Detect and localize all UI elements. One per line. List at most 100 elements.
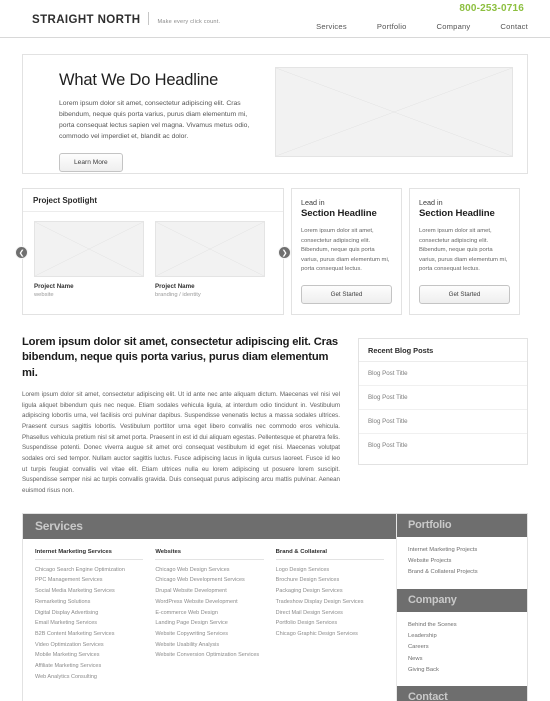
- footer-link[interactable]: Leadership: [408, 631, 516, 642]
- leadin-headline: Section Headline: [419, 208, 495, 219]
- footer-company-list: Behind the Scenes Leadership Careers New…: [397, 612, 527, 686]
- project-card[interactable]: Project Name branding / identity: [155, 221, 265, 298]
- footer-link[interactable]: WordPress Website Development: [155, 597, 263, 608]
- footer-right-panel: Portfolio Internet Marketing Projects We…: [396, 513, 527, 701]
- footer-link[interactable]: Email Marketing Services: [35, 618, 143, 629]
- project-name: Project Name: [155, 283, 195, 290]
- footer-main: Services Internet Marketing Services Chi…: [22, 512, 528, 701]
- leadin-card-2: Lead in Section Headline Lorem ipsum dol…: [409, 188, 520, 315]
- hero-image-placeholder: [275, 67, 513, 157]
- footer-link[interactable]: Affiliate Marketing Services: [35, 661, 143, 672]
- leadin-headline: Section Headline: [301, 208, 377, 219]
- page-root: STRAIGHT NORTH Make every click count. 8…: [0, 0, 550, 701]
- footer-link[interactable]: Drupal Website Development: [155, 586, 263, 597]
- recent-blog-posts-widget: Recent Blog Posts Blog Post Title Blog P…: [358, 337, 528, 465]
- nav-item-portfolio[interactable]: Portfolio: [377, 22, 407, 31]
- blog-list-item[interactable]: Blog Post Title: [359, 386, 527, 410]
- nav-item-contact[interactable]: Contact: [500, 22, 528, 31]
- footer-column-brand-collateral: Brand & Collateral Logo Design Services …: [275, 549, 384, 683]
- footer-service-columns: Internet Marketing Services Chicago Sear…: [23, 539, 396, 697]
- footer-link[interactable]: Tradeshow Display Design Services: [276, 597, 384, 608]
- footer-link[interactable]: Mobile Marketing Services: [35, 650, 143, 661]
- footer-contact-header[interactable]: Contact: [397, 686, 527, 701]
- hero-text-block: What We Do Headline Lorem ipsum dolor si…: [37, 67, 265, 172]
- footer-link[interactable]: PPC Management Services: [35, 575, 143, 586]
- blog-list-item[interactable]: Blog Post Title: [359, 362, 527, 386]
- blog-widget-title: Recent Blog Posts: [359, 339, 527, 362]
- leadin-body: Lorem ipsum dolor sit amet, consectetur …: [301, 228, 390, 273]
- get-started-button[interactable]: Get Started: [301, 284, 392, 304]
- project-spotlight-carousel: Project Spotlight Project Name website P: [15, 188, 291, 315]
- footer-link[interactable]: Brochure Design Services: [276, 575, 384, 586]
- footer-link[interactable]: E-commerce Web Design: [155, 608, 263, 619]
- article-body: Lorem ipsum dolor sit amet, consectetur …: [22, 391, 340, 495]
- nav-item-company[interactable]: Company: [437, 22, 471, 31]
- carousel-prev-arrow-icon[interactable]: ❮: [15, 246, 28, 259]
- project-card[interactable]: Project Name website: [34, 221, 144, 298]
- footer-link[interactable]: Digital Display Advertising: [35, 608, 143, 619]
- main-nav: Services Portfolio Company Contact: [316, 22, 528, 31]
- footer-link[interactable]: Social Media Marketing Services: [35, 586, 143, 597]
- get-started-button[interactable]: Get Started: [419, 284, 510, 304]
- site-header: STRAIGHT NORTH Make every click count. 8…: [0, 0, 550, 38]
- nav-item-services[interactable]: Services: [316, 22, 347, 31]
- footer-link[interactable]: Website Projects: [408, 556, 516, 567]
- logo[interactable]: STRAIGHT NORTH Make every click count.: [32, 10, 220, 26]
- footer-link[interactable]: Giving Back: [408, 665, 516, 676]
- footer-link[interactable]: Website Usability Analysis: [155, 640, 263, 651]
- logo-divider: [148, 12, 150, 25]
- phone-number[interactable]: 800-253-0716: [459, 3, 524, 14]
- learn-more-button[interactable]: Learn More: [59, 153, 123, 172]
- footer-link-list: Chicago Search Engine Optimization PPC M…: [35, 565, 143, 683]
- blog-list-item[interactable]: Blog Post Title: [359, 434, 527, 457]
- carousel-next-arrow-icon[interactable]: ❯: [278, 246, 291, 259]
- footer-link[interactable]: Remarketing Solutions: [35, 597, 143, 608]
- footer-link[interactable]: Brand & Collateral Projects: [408, 567, 516, 578]
- footer-column-title: Websites: [155, 549, 264, 560]
- footer-link[interactable]: Logo Design Services: [276, 565, 384, 576]
- footer-link[interactable]: Packaging Design Services: [276, 586, 384, 597]
- spotlight-title: Project Spotlight: [23, 189, 283, 212]
- footer-column-websites: Websites Chicago Web Design Services Chi…: [155, 549, 264, 683]
- footer-link[interactable]: Direct Mail Design Services: [276, 608, 384, 619]
- footer-link[interactable]: Internet Marketing Projects: [408, 545, 516, 556]
- article-block: Lorem ipsum dolor sit amet, consectetur …: [22, 335, 340, 497]
- tagline: Make every click count.: [157, 19, 221, 25]
- leadin-kicker: Lead in: [301, 198, 325, 207]
- footer-link-list: Logo Design Services Brochure Design Ser…: [276, 565, 384, 640]
- footer-link[interactable]: Chicago Search Engine Optimization: [35, 565, 143, 576]
- image-placeholder-cross-icon: [276, 68, 512, 156]
- spotlight-row: Project Spotlight Project Name website P: [15, 188, 528, 315]
- footer-link[interactable]: Careers: [408, 642, 516, 653]
- project-name: Project Name: [34, 283, 74, 290]
- footer-link[interactable]: B2B Content Marketing Services: [35, 629, 143, 640]
- footer-link[interactable]: Video Optimization Services: [35, 640, 143, 651]
- project-thumbnail: [34, 221, 144, 277]
- footer-portfolio-list: Internet Marketing Projects Website Proj…: [397, 537, 527, 589]
- footer-column-internet-marketing: Internet Marketing Services Chicago Sear…: [35, 549, 144, 683]
- footer-link[interactable]: Chicago Web Design Services: [155, 565, 263, 576]
- blog-list-item[interactable]: Blog Post Title: [359, 410, 527, 434]
- leadin-body: Lorem ipsum dolor sit amet, consectetur …: [419, 228, 508, 273]
- footer-link[interactable]: Chicago Graphic Design Services: [276, 629, 384, 640]
- hero-section: What We Do Headline Lorem ipsum dolor si…: [22, 54, 528, 174]
- project-category: branding / identity: [155, 292, 201, 298]
- footer-link-list: Chicago Web Design Services Chicago Web …: [155, 565, 263, 661]
- project-category: website: [34, 292, 54, 298]
- content-wrap: What We Do Headline Lorem ipsum dolor si…: [0, 54, 550, 497]
- article-row: Lorem ipsum dolor sit amet, consectetur …: [22, 335, 528, 497]
- footer-link[interactable]: Behind the Scenes: [408, 620, 516, 631]
- footer-link[interactable]: News: [408, 654, 516, 665]
- footer-link[interactable]: Website Copywriting Services: [155, 629, 263, 640]
- footer-column-title: Internet Marketing Services: [35, 549, 144, 560]
- footer-link[interactable]: Landing Page Design Service: [155, 618, 263, 629]
- project-thumbnail: [155, 221, 265, 277]
- footer-link[interactable]: Chicago Web Development Services: [155, 575, 263, 586]
- footer-services-header: Services: [23, 513, 396, 539]
- footer-link[interactable]: Website Conversion Optimization Services: [155, 650, 263, 661]
- footer-link[interactable]: Web Analytics Consulting: [35, 672, 143, 683]
- footer-company-header: Company: [397, 588, 527, 612]
- footer-portfolio-header: Portfolio: [397, 513, 527, 537]
- footer-link[interactable]: Portfolio Design Services: [276, 618, 384, 629]
- article-headline: Lorem ipsum dolor sit amet, consectetur …: [22, 335, 338, 379]
